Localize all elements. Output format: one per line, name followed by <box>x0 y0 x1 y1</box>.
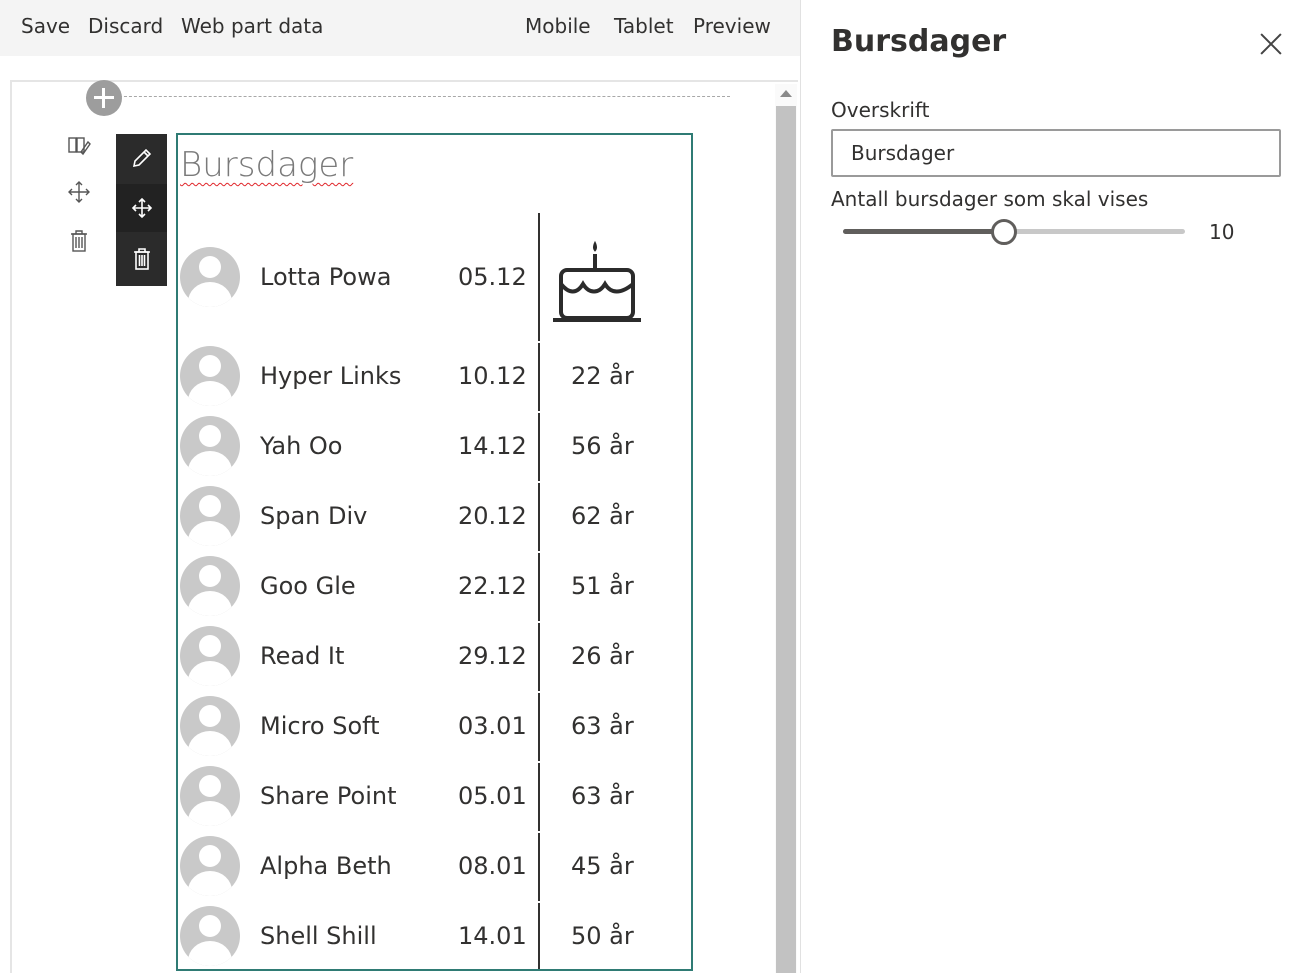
birthday-date: 08.01 <box>458 852 527 880</box>
person-name: Goo Gle <box>260 572 356 600</box>
birthday-row: Share Point 05.01 63 år <box>178 762 691 832</box>
person-age: 56 år <box>571 432 634 460</box>
discard-button[interactable]: Discard <box>88 14 163 38</box>
count-field-label: Antall bursdager som skal vises <box>831 187 1149 211</box>
heading-input[interactable] <box>831 129 1281 177</box>
person-age: 22 år <box>571 362 634 390</box>
person-age: 50 år <box>571 922 634 950</box>
column-divider <box>538 483 540 551</box>
birthday-date: 05.12 <box>458 263 527 291</box>
person-age: 26 år <box>571 642 634 670</box>
person-age: 62 år <box>571 502 634 530</box>
edit-webpart-button[interactable] <box>116 134 167 182</box>
move-section-icon[interactable] <box>66 179 92 205</box>
person-name: Micro Soft <box>260 712 380 740</box>
birthday-date: 10.12 <box>458 362 527 390</box>
add-section-line <box>114 96 730 97</box>
webpart-toolbar <box>116 134 167 286</box>
edit-section-icon[interactable] <box>66 133 92 159</box>
birthday-row: Yah Oo 14.12 56 år <box>178 412 691 482</box>
avatar <box>180 836 240 896</box>
column-divider <box>538 343 540 411</box>
birthday-date: 20.12 <box>458 502 527 530</box>
column-divider <box>538 693 540 761</box>
birthday-date: 29.12 <box>458 642 527 670</box>
column-divider <box>538 833 540 901</box>
person-age: 63 år <box>571 712 634 740</box>
scroll-up-arrow-icon[interactable] <box>780 90 792 97</box>
person-name: Yah Oo <box>260 432 343 460</box>
person-age: 51 år <box>571 572 634 600</box>
birthday-row: Shell Shill 14.01 50 år <box>178 902 691 969</box>
person-age: 63 år <box>571 782 634 810</box>
scroll-thumb[interactable] <box>776 106 796 973</box>
trash-icon <box>133 248 150 270</box>
move-icon <box>131 197 152 219</box>
avatar <box>180 906 240 966</box>
column-divider <box>538 623 540 691</box>
column-divider <box>538 553 540 621</box>
avatar <box>180 696 240 756</box>
birthday-date: 03.01 <box>458 712 527 740</box>
webpart-title[interactable]: Bursdager <box>180 145 353 185</box>
pane-title: Bursdager <box>831 24 1007 59</box>
count-slider-value: 10 <box>1209 220 1235 244</box>
command-bar: Save Discard Web part data Mobile Tablet… <box>0 0 800 56</box>
avatar <box>180 626 240 686</box>
birthday-webpart[interactable]: Bursdager Lotta Powa 05.12 Hyper Links 10.1… <box>176 133 693 971</box>
person-name: Shell Shill <box>260 922 377 950</box>
count-slider-fill <box>843 229 1004 234</box>
birthday-row: Hyper Links 10.12 22 år <box>178 342 691 412</box>
person-name: Alpha Beth <box>260 852 392 880</box>
birthday-date: 14.12 <box>458 432 527 460</box>
birthday-row: Alpha Beth 08.01 45 år <box>178 832 691 902</box>
person-name: Share Point <box>260 782 397 810</box>
heading-field-label: Overskrift <box>831 98 930 122</box>
birthday-row: Micro Soft 03.01 63 år <box>178 692 691 762</box>
property-pane: Bursdager Overskrift Antall bursdager so… <box>800 0 1296 973</box>
count-slider-thumb[interactable] <box>990 219 1017 245</box>
column-divider <box>538 213 540 341</box>
avatar <box>180 766 240 826</box>
delete-section-icon[interactable] <box>66 228 92 254</box>
avatar <box>180 486 240 546</box>
avatar <box>180 556 240 616</box>
birthday-row: Goo Gle 22.12 51 år <box>178 552 691 622</box>
person-age: 45 år <box>571 852 634 880</box>
web-part-data-button[interactable]: Web part data <box>181 14 323 38</box>
pencil-icon <box>132 148 151 168</box>
birthday-date: 05.01 <box>458 782 527 810</box>
avatar <box>180 346 240 406</box>
person-name: Lotta Powa <box>260 263 392 291</box>
preview-button[interactable]: Preview <box>693 14 771 38</box>
column-divider <box>538 413 540 481</box>
birthday-cake-icon <box>553 240 643 324</box>
birthday-date: 14.01 <box>458 922 527 950</box>
person-name: Read It <box>260 642 345 670</box>
column-divider <box>538 763 540 831</box>
avatar <box>180 247 240 307</box>
save-button[interactable]: Save <box>21 14 70 38</box>
add-section-icon[interactable] <box>86 80 122 116</box>
person-name: Hyper Links <box>260 362 402 390</box>
birthday-row: Span Div 20.12 62 år <box>178 482 691 552</box>
tablet-preview-button[interactable]: Tablet <box>614 14 674 38</box>
birthday-date: 22.12 <box>458 572 527 600</box>
column-divider <box>538 903 540 969</box>
mobile-preview-button[interactable]: Mobile <box>525 14 591 38</box>
delete-webpart-button[interactable] <box>116 235 167 283</box>
move-webpart-button[interactable] <box>116 184 167 232</box>
avatar <box>180 416 240 476</box>
birthday-row: Read It 29.12 26 år <box>178 622 691 692</box>
close-icon[interactable] <box>1257 30 1285 58</box>
person-name: Span Div <box>260 502 368 530</box>
